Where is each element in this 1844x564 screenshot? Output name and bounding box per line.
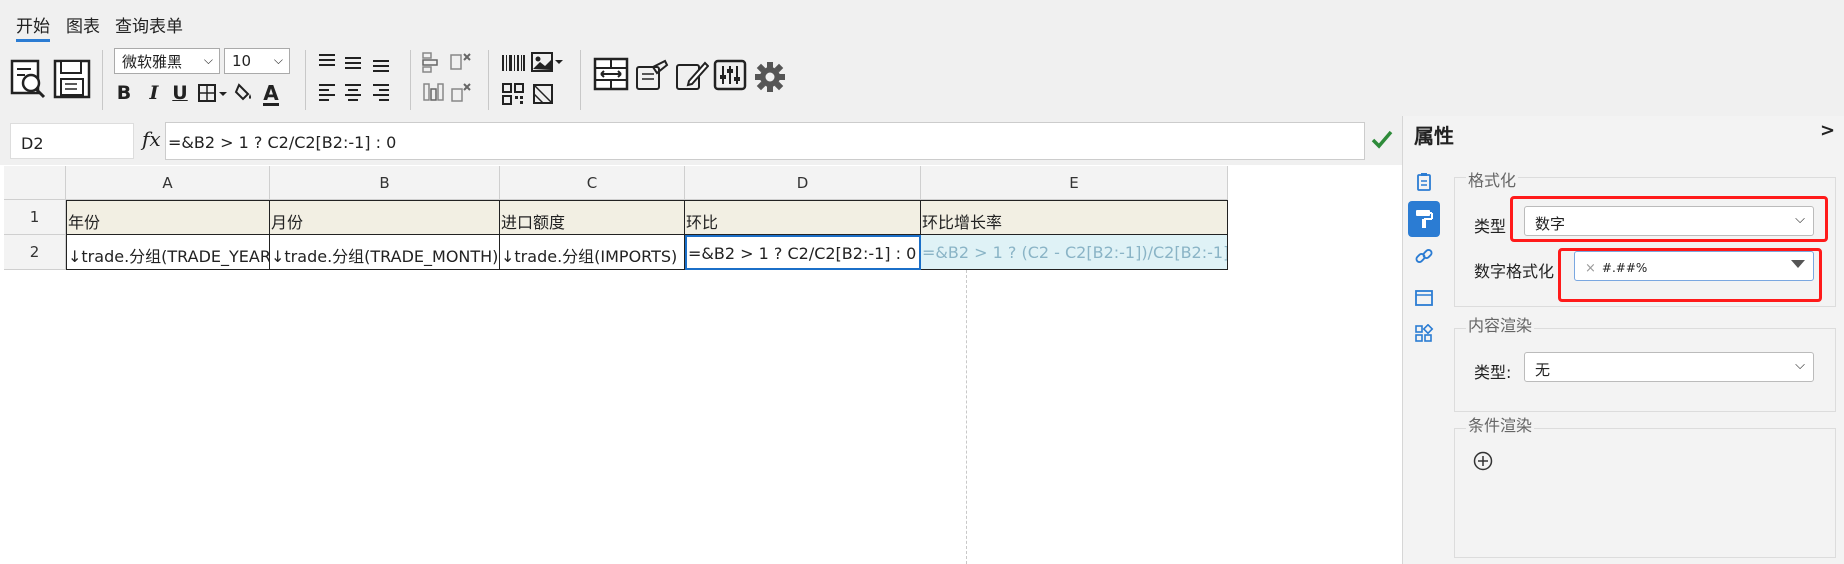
formula-input[interactable]: =&B2 > 1 ? C2/C2[B2:-1] : 0 <box>165 122 1365 160</box>
settings-sliders-icon[interactable] <box>712 58 748 92</box>
cell-a2[interactable]: ↓trade.分组(TRADE_YEAR) <box>66 235 270 270</box>
highlight-box <box>1510 196 1828 242</box>
conditional-render-label: 条件渲染 <box>1466 412 1535 436</box>
chevron-down-icon: ⌵ <box>273 53 283 67</box>
cell-d1[interactable]: 环比 <box>685 200 921 235</box>
align-center-icon[interactable] <box>342 80 364 104</box>
tab-chart[interactable]: 图表 <box>66 12 100 37</box>
toolbar-divider <box>305 50 306 110</box>
qrcode-icon[interactable] <box>500 82 526 106</box>
function-icon[interactable]: fx <box>142 127 161 151</box>
cell-d2-selected[interactable]: =&B2 > 1 ? C2/C2[B2:-1] : 0 <box>685 235 921 270</box>
chevron-down-icon: ⌵ <box>203 53 213 67</box>
cell-b1[interactable]: 月份 <box>270 200 500 235</box>
insert-column-icon[interactable] <box>420 80 446 104</box>
cell-e2[interactable]: =&B2 > 1 ? (C2 - C2[B2:-1])/C2[B2:-1] <box>921 235 1228 270</box>
frame-icon[interactable] <box>1408 282 1440 314</box>
number-format-label: 数字格式化 <box>1474 262 1555 281</box>
cell-c2[interactable]: ↓trade.分组(IMPORTS) <box>500 235 685 270</box>
add-circle-icon[interactable] <box>1473 451 1493 471</box>
align-top-icon[interactable] <box>316 50 338 70</box>
collapse-panel-icon[interactable]: > <box>1820 120 1835 141</box>
cell-b2[interactable]: ↓trade.分组(TRADE_MONTH) <box>270 235 500 270</box>
gear-icon[interactable] <box>752 60 788 94</box>
format-brush-icon[interactable] <box>1408 201 1440 237</box>
toolbar-divider <box>102 50 103 110</box>
fill-color-icon[interactable] <box>234 80 256 106</box>
save-icon[interactable] <box>52 58 92 100</box>
table-layout-icon[interactable] <box>592 56 630 92</box>
insert-row-icon[interactable] <box>420 50 446 74</box>
cell-e1[interactable]: 环比增长率 <box>921 200 1228 235</box>
components-icon[interactable] <box>1408 318 1440 350</box>
chevron-down-icon: ⌵ <box>1795 358 1805 373</box>
toolbar-divider <box>580 50 581 110</box>
toolbar-divider <box>488 50 489 110</box>
tab-start[interactable]: 开始 <box>16 12 50 42</box>
font-color-icon[interactable]: A <box>260 80 282 108</box>
column-header-b[interactable]: B <box>270 166 500 200</box>
column-header-a[interactable]: A <box>66 166 270 200</box>
cell-a1[interactable]: 年份 <box>66 200 270 235</box>
check-icon[interactable] <box>1369 124 1395 154</box>
toolbar-divider <box>410 50 411 110</box>
image-icon[interactable] <box>530 50 564 74</box>
format-group-label: 格式化 <box>1466 167 1519 191</box>
align-middle-icon[interactable] <box>342 52 364 72</box>
cell-c1[interactable]: 进口额度 <box>500 200 685 235</box>
column-header-c[interactable]: C <box>500 166 685 200</box>
type-label: 类型 <box>1474 217 1507 236</box>
underline-icon[interactable]: U <box>170 80 190 106</box>
data-source-icon[interactable] <box>634 58 670 92</box>
font-family-select[interactable]: 微软雅黑 ⌵ <box>114 48 220 74</box>
font-size-select[interactable]: 10 ⌵ <box>224 48 290 74</box>
delete-column-icon[interactable] <box>448 80 474 104</box>
row-header-2[interactable]: 2 <box>4 235 66 270</box>
conditional-render-group <box>1454 428 1836 558</box>
render-type-label: 类型: <box>1474 363 1512 382</box>
font-size-value: 10 <box>232 52 252 70</box>
font-family-value: 微软雅黑 <box>122 52 183 71</box>
link-icon[interactable] <box>1408 240 1440 272</box>
cell-property-icon[interactable] <box>1408 166 1440 198</box>
edit-icon[interactable] <box>674 58 710 92</box>
preview-icon[interactable] <box>8 58 48 100</box>
ribbon-tabs: 开始 图表 查询表单 <box>0 0 1844 44</box>
highlight-box <box>1558 248 1822 302</box>
render-type-value: 无 <box>1535 361 1551 379</box>
barcode-icon[interactable] <box>500 52 526 74</box>
column-header-e[interactable]: E <box>921 166 1228 200</box>
bold-icon[interactable]: B <box>114 80 134 106</box>
render-type-select[interactable]: 无 ⌵ <box>1524 352 1814 382</box>
column-header-d[interactable]: D <box>685 166 921 200</box>
delete-row-icon[interactable] <box>448 50 474 74</box>
render-group-label: 内容渲染 <box>1466 312 1535 336</box>
border-icon[interactable] <box>196 80 230 106</box>
align-left-icon[interactable] <box>316 80 338 104</box>
slash-cell-icon[interactable] <box>530 82 556 106</box>
align-bottom-icon[interactable] <box>370 54 392 74</box>
align-right-icon[interactable] <box>370 80 392 104</box>
tab-query-form[interactable]: 查询表单 <box>115 12 183 37</box>
italic-icon[interactable]: I <box>145 80 163 106</box>
row-header-1[interactable]: 1 <box>4 200 66 235</box>
cell-name-box[interactable]: D2 <box>10 123 134 159</box>
panel-title: 属性 <box>1414 124 1454 148</box>
select-all-corner[interactable] <box>4 166 66 200</box>
page-break-line <box>966 270 967 564</box>
